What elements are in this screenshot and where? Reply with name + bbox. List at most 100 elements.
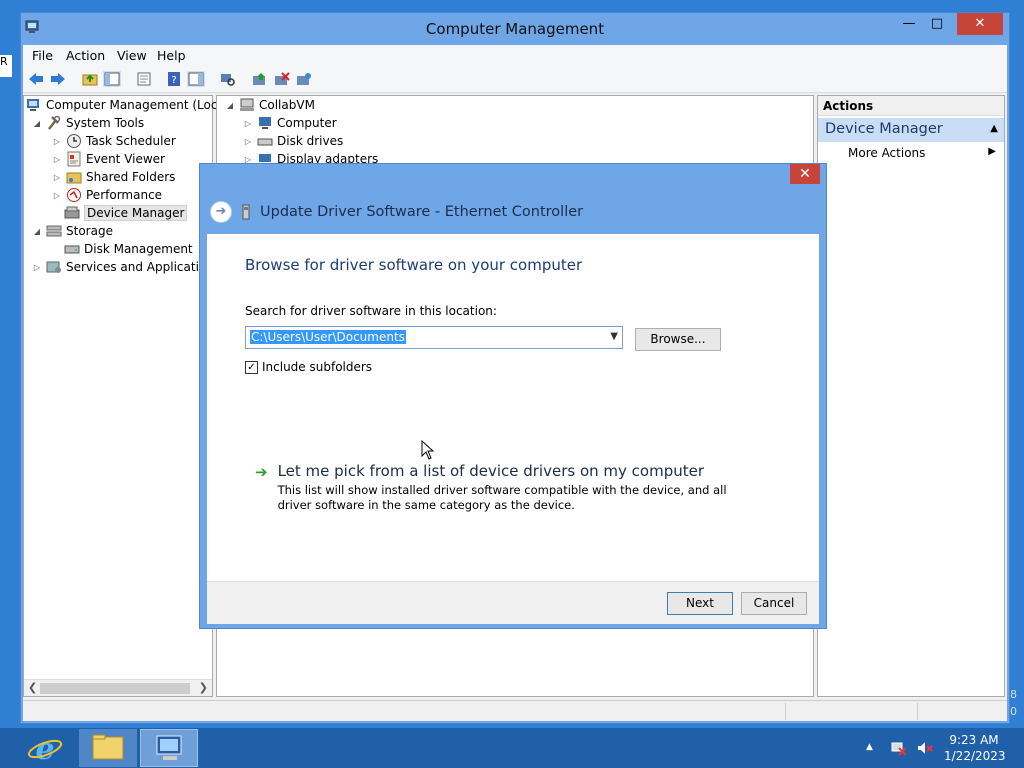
volume-muted-icon[interactable] xyxy=(916,740,934,756)
expand-arrow-icon[interactable]: ▷ xyxy=(52,155,62,164)
expand-arrow-icon[interactable]: ▷ xyxy=(243,137,253,146)
actions-section-device-manager[interactable]: Device Manager ▲ xyxy=(818,118,1004,142)
up-folder-icon[interactable] xyxy=(81,71,99,87)
menu-bar: File Action View Help xyxy=(23,45,1007,65)
performance-icon xyxy=(67,188,81,202)
svg-text:e: e xyxy=(35,732,54,767)
pick-from-list-link[interactable]: ➔ Let me pick from a list of device driv… xyxy=(255,462,728,513)
tree-item-performance[interactable]: ▷ Performance xyxy=(52,186,162,204)
system-clock[interactable]: 9:23 AM 1/22/2023 xyxy=(944,732,1006,764)
tree-item-computer[interactable]: ▷ Computer xyxy=(243,114,337,132)
tree-item-services-applications[interactable]: ▷ Services and Applications xyxy=(32,258,220,276)
enable-device-icon[interactable] xyxy=(295,71,313,87)
tree-item-label: Shared Folders xyxy=(86,170,176,184)
driver-path-value[interactable]: C:\Users\User\Documents xyxy=(250,330,406,344)
pick-from-list-title[interactable]: Let me pick from a list of device driver… xyxy=(278,462,728,480)
tree-item-disk-drives[interactable]: ▷ Disk drives xyxy=(243,132,343,150)
back-arrow-icon[interactable] xyxy=(27,71,45,87)
browse-button[interactable]: Browse... xyxy=(635,328,721,351)
tree-item-device-manager[interactable]: Device Manager xyxy=(64,204,188,222)
minimize-button[interactable]: — xyxy=(895,13,923,35)
console-tree-pane[interactable]: Computer Management (Local ◢ System Tool… xyxy=(23,95,228,697)
tree-item-shared-folders[interactable]: ▷ Shared Folders xyxy=(52,168,175,186)
tree-item-label: Disk drives xyxy=(277,134,344,148)
disk-drive-icon xyxy=(257,138,273,146)
services-icon xyxy=(46,261,61,273)
taskbar-internet-explorer[interactable]: e xyxy=(16,729,74,767)
taskbar-computer-management[interactable] xyxy=(140,729,198,767)
include-subfolders-checkbox[interactable]: ✓ xyxy=(245,360,258,374)
tree-item-label: CollabVM xyxy=(259,98,315,112)
back-arrow-icon[interactable]: ➜ xyxy=(210,201,232,223)
search-location-label: Search for driver software in this locat… xyxy=(245,304,497,318)
expand-arrow-icon[interactable]: ▷ xyxy=(52,137,62,146)
tree-item-label: Event Viewer xyxy=(86,152,165,166)
expand-arrow-icon[interactable]: ▷ xyxy=(52,191,62,200)
tree-item-task-scheduler[interactable]: ▷ Task Scheduler xyxy=(52,132,176,150)
include-subfolders-label[interactable]: Include subfolders xyxy=(262,360,372,374)
menu-help[interactable]: Help xyxy=(157,48,186,63)
menu-file[interactable]: File xyxy=(32,48,53,63)
driver-path-combobox[interactable]: C:\Users\User\Documents ▼ xyxy=(245,326,623,349)
tree-item-label: Computer Management (Local xyxy=(46,98,229,112)
chevron-down-icon[interactable]: ▼ xyxy=(610,331,618,342)
update-driver-dialog: ✕ ➜ Update Driver Software - Ethernet Co… xyxy=(199,163,827,629)
taskbar-file-explorer[interactable] xyxy=(79,729,137,767)
desktop-edge-label: R xyxy=(0,55,12,77)
expand-arrow-icon[interactable]: ▷ xyxy=(32,263,42,272)
scroll-left-icon[interactable]: ❮ xyxy=(28,681,37,694)
show-hide-action-pane-icon[interactable] xyxy=(187,71,205,87)
desktop-edge-text: 8 0 xyxy=(1010,688,1017,718)
tree-item-disk-management[interactable]: Disk Management xyxy=(64,240,193,258)
menu-action[interactable]: Action xyxy=(66,48,105,63)
tree-item-label: Performance xyxy=(86,188,163,202)
tree-item-computer-management[interactable]: Computer Management (Local xyxy=(26,96,228,114)
properties-icon[interactable] xyxy=(135,71,153,87)
computer-management-icon xyxy=(156,735,182,760)
horizontal-scrollbar[interactable]: ❮ ❯ xyxy=(24,679,212,696)
actions-section-label: Device Manager xyxy=(825,121,943,137)
actions-header: Actions xyxy=(818,96,1004,116)
update-driver-icon[interactable] xyxy=(251,71,269,87)
collapse-up-icon[interactable]: ▲ xyxy=(990,123,998,134)
network-disconnected-icon[interactable] xyxy=(890,740,908,756)
tree-item-label: Disk Management xyxy=(84,242,193,256)
tree-item-collabvm[interactable]: ◢ CollabVM xyxy=(225,96,315,114)
menu-view[interactable]: View xyxy=(117,48,147,63)
tree-item-label: Computer xyxy=(277,116,337,130)
collapse-arrow-icon[interactable]: ◢ xyxy=(225,101,235,110)
help-icon[interactable]: ? xyxy=(165,71,183,87)
show-hide-tree-icon[interactable] xyxy=(103,71,121,87)
close-button[interactable]: ✕ xyxy=(957,13,1003,35)
scan-hardware-icon[interactable] xyxy=(219,71,237,87)
tree-item-system-tools[interactable]: ◢ System Tools xyxy=(32,114,144,132)
uninstall-device-icon[interactable] xyxy=(273,71,291,87)
next-button[interactable]: Next xyxy=(667,592,733,615)
dialog-footer: Next Cancel xyxy=(207,581,819,624)
tree-item-event-viewer[interactable]: ▷ Event Viewer xyxy=(52,150,165,168)
storage-icon xyxy=(46,225,62,237)
tree-item-storage[interactable]: ◢ Storage xyxy=(32,222,113,240)
expand-arrow-icon[interactable]: ▷ xyxy=(52,173,62,182)
include-subfolders-row[interactable]: ✓ Include subfolders xyxy=(245,360,372,374)
scroll-right-icon[interactable]: ❯ xyxy=(199,681,208,694)
cancel-button[interactable]: Cancel xyxy=(741,592,807,615)
monitor-icon xyxy=(259,117,271,129)
forward-arrow-icon[interactable] xyxy=(49,71,67,87)
submenu-arrow-icon[interactable]: ▶ xyxy=(988,146,996,157)
status-segment xyxy=(917,703,918,720)
mouse-cursor-icon xyxy=(421,440,435,460)
more-actions-item[interactable]: More Actions xyxy=(848,146,925,160)
show-hidden-icons-icon[interactable]: ▲ xyxy=(866,742,873,752)
collapse-arrow-icon[interactable]: ◢ xyxy=(32,119,42,128)
shared-folders-icon xyxy=(66,172,82,184)
scrollbar-thumb[interactable] xyxy=(40,683,190,694)
clock-icon xyxy=(67,134,81,148)
computer-management-icon xyxy=(27,99,39,111)
expand-arrow-icon[interactable]: ▷ xyxy=(243,119,253,128)
clock-date: 1/22/2023 xyxy=(944,749,1006,763)
collapse-arrow-icon[interactable]: ◢ xyxy=(32,227,42,236)
dialog-close-button[interactable]: ✕ xyxy=(790,164,820,184)
maximize-button[interactable]: □ xyxy=(923,13,951,35)
title-bar[interactable]: Computer Management — □ ✕ xyxy=(21,13,1009,45)
